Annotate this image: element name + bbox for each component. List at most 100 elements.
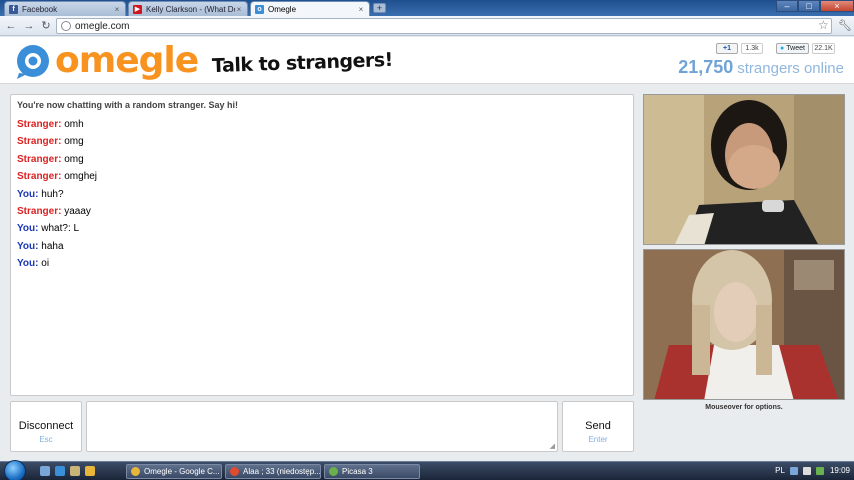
chrome-icon[interactable] bbox=[85, 466, 95, 476]
strangers-label: strangers online bbox=[737, 60, 844, 77]
globe-icon bbox=[61, 21, 71, 31]
facebook-icon: f bbox=[9, 4, 18, 14]
tweet-button[interactable]: ● Tweet bbox=[776, 43, 809, 54]
site-header: omegle Talk to strangers! +1 1.3k ● Twee… bbox=[0, 37, 854, 84]
sender-stranger: Stranger: bbox=[17, 171, 62, 183]
maximize-button[interactable]: □ bbox=[798, 0, 820, 12]
mouseover-hint: Mouseover for options. bbox=[705, 404, 783, 411]
send-button[interactable]: Send Enter bbox=[562, 401, 634, 452]
close-icon[interactable]: × bbox=[113, 5, 121, 14]
reload-icon[interactable]: ↻ bbox=[39, 19, 53, 33]
volume-icon[interactable] bbox=[802, 466, 811, 475]
close-icon[interactable]: × bbox=[357, 5, 365, 14]
message-input-box[interactable]: ◢ bbox=[86, 401, 558, 452]
wrench-icon[interactable]: 🔧︎ bbox=[838, 19, 852, 32]
chat-message: Stranger: omg bbox=[17, 133, 627, 150]
network-icon[interactable] bbox=[789, 466, 798, 475]
system-tray: PL 19:09 bbox=[769, 466, 850, 475]
start-button[interactable] bbox=[4, 460, 26, 480]
bookmark-star-icon[interactable]: ☆ bbox=[818, 18, 829, 32]
sender-stranger: Stranger: bbox=[17, 119, 62, 130]
clock[interactable]: 19:09 bbox=[830, 466, 850, 475]
chat-status: You're now chatting with a random strang… bbox=[17, 100, 239, 110]
task-label: Alaa ; 33 (niedostęp... bbox=[243, 467, 321, 476]
address-url: omegle.com bbox=[75, 20, 130, 32]
sender-you: You: bbox=[17, 258, 39, 270]
browser-tab-strip: f Facebook × ▶ Kelly Clarkson - (What Do… bbox=[0, 0, 854, 16]
chat-message: You: haha bbox=[17, 238, 627, 255]
google-plus-button[interactable]: +1 bbox=[716, 43, 738, 54]
message-text: oi bbox=[41, 258, 50, 270]
tweet-label: Tweet bbox=[786, 45, 805, 52]
send-label: Send bbox=[585, 420, 611, 432]
minimize-button[interactable]: – bbox=[776, 0, 798, 12]
window-controls: – □ × bbox=[776, 0, 854, 12]
chat-message: Stranger: yaaay bbox=[17, 203, 627, 220]
tweet-count: 22.1K bbox=[812, 43, 835, 54]
taskbar-item-picasa[interactable]: Picasa 3 bbox=[324, 464, 420, 479]
sender-stranger: Stranger: bbox=[17, 153, 62, 165]
show-desktop-icon[interactable] bbox=[40, 466, 50, 476]
message-text: yaaay bbox=[64, 206, 91, 218]
tab-omegle[interactable]: o Omegle × bbox=[250, 1, 370, 16]
task-label: Omegle - Google C... bbox=[144, 467, 220, 476]
ie-icon[interactable] bbox=[55, 466, 65, 476]
chat-message: Stranger: omghej bbox=[17, 168, 627, 185]
sender-you: You: bbox=[17, 188, 39, 200]
windows-taskbar: Omegle - Google C... Alaa ; 33 (niedostę… bbox=[0, 460, 854, 480]
site-logo[interactable]: omegle bbox=[55, 40, 199, 81]
chat-message: Stranger: omg bbox=[17, 151, 627, 168]
stranger-video[interactable] bbox=[643, 94, 845, 245]
tray-app-icon[interactable] bbox=[815, 466, 824, 475]
message-text: omg bbox=[64, 136, 84, 148]
window-close-button[interactable]: × bbox=[820, 0, 854, 12]
browser-toolbar: ← → ↻ omegle.com ☆ 🔧︎ bbox=[0, 16, 854, 36]
language-indicator[interactable]: PL bbox=[775, 466, 785, 475]
explorer-icon[interactable] bbox=[70, 466, 80, 476]
address-bar[interactable]: omegle.com bbox=[56, 18, 832, 34]
tab-label: Facebook bbox=[22, 4, 58, 14]
message-text: huh? bbox=[41, 188, 64, 200]
task-label: Picasa 3 bbox=[342, 467, 373, 476]
message-text: what?: L bbox=[41, 223, 80, 235]
sender-you: You: bbox=[17, 223, 39, 235]
chat-message: You: huh? bbox=[17, 186, 627, 203]
tab-label: Omegle bbox=[268, 4, 297, 14]
disconnect-label: Disconnect bbox=[18, 420, 74, 432]
omegle-logo-icon[interactable] bbox=[15, 43, 51, 79]
message-input[interactable] bbox=[87, 402, 557, 451]
self-video[interactable] bbox=[643, 249, 845, 400]
google-plus-count: 1.3k bbox=[741, 43, 763, 54]
sender-you: You: bbox=[17, 240, 39, 252]
strangers-online: 21,750 strangers online bbox=[678, 57, 844, 78]
forward-arrow-icon[interactable]: → bbox=[22, 19, 36, 33]
chrome-icon bbox=[131, 467, 140, 476]
tab-facebook[interactable]: f Facebook × bbox=[4, 1, 126, 16]
message-text: omh bbox=[64, 119, 84, 130]
message-text: haha bbox=[41, 240, 64, 252]
twitter-bird-icon: ● bbox=[780, 45, 785, 52]
send-hint: Enter bbox=[588, 435, 608, 444]
taskbar-item-chrome[interactable]: Omegle - Google C... bbox=[126, 464, 222, 479]
sender-stranger: Stranger: bbox=[17, 206, 62, 218]
chat-message: Stranger: omh bbox=[17, 116, 627, 133]
sender-stranger: Stranger: bbox=[17, 136, 62, 148]
picasa-icon bbox=[329, 467, 338, 476]
tab-kelly-clarkson[interactable]: ▶ Kelly Clarkson - (What Doe × bbox=[128, 1, 248, 16]
new-tab-button[interactable]: + bbox=[373, 3, 386, 13]
chat-message: You: what?: L bbox=[17, 220, 627, 237]
tagline: Talk to strangers! bbox=[211, 48, 394, 78]
tab-label: Kelly Clarkson - (What Doe bbox=[146, 4, 235, 14]
message-text: omghej bbox=[64, 171, 98, 183]
message-list: Stranger: omh Stranger: omg Stranger: omg S… bbox=[17, 116, 627, 273]
omegle-icon: o bbox=[255, 4, 264, 14]
resize-grip-icon[interactable]: ◢ bbox=[550, 442, 555, 450]
strangers-count: 21,750 bbox=[678, 57, 734, 77]
disconnect-hint: Esc bbox=[39, 435, 53, 444]
close-icon[interactable]: × bbox=[235, 5, 243, 14]
message-text: omg bbox=[64, 153, 84, 165]
taskbar-item-messenger[interactable]: Alaa ; 33 (niedostęp... bbox=[225, 464, 321, 479]
back-arrow-icon[interactable]: ← bbox=[4, 19, 18, 33]
disconnect-button[interactable]: Disconnect Esc bbox=[10, 401, 82, 452]
chat-log[interactable]: You're now chatting with a random strang… bbox=[10, 94, 634, 396]
